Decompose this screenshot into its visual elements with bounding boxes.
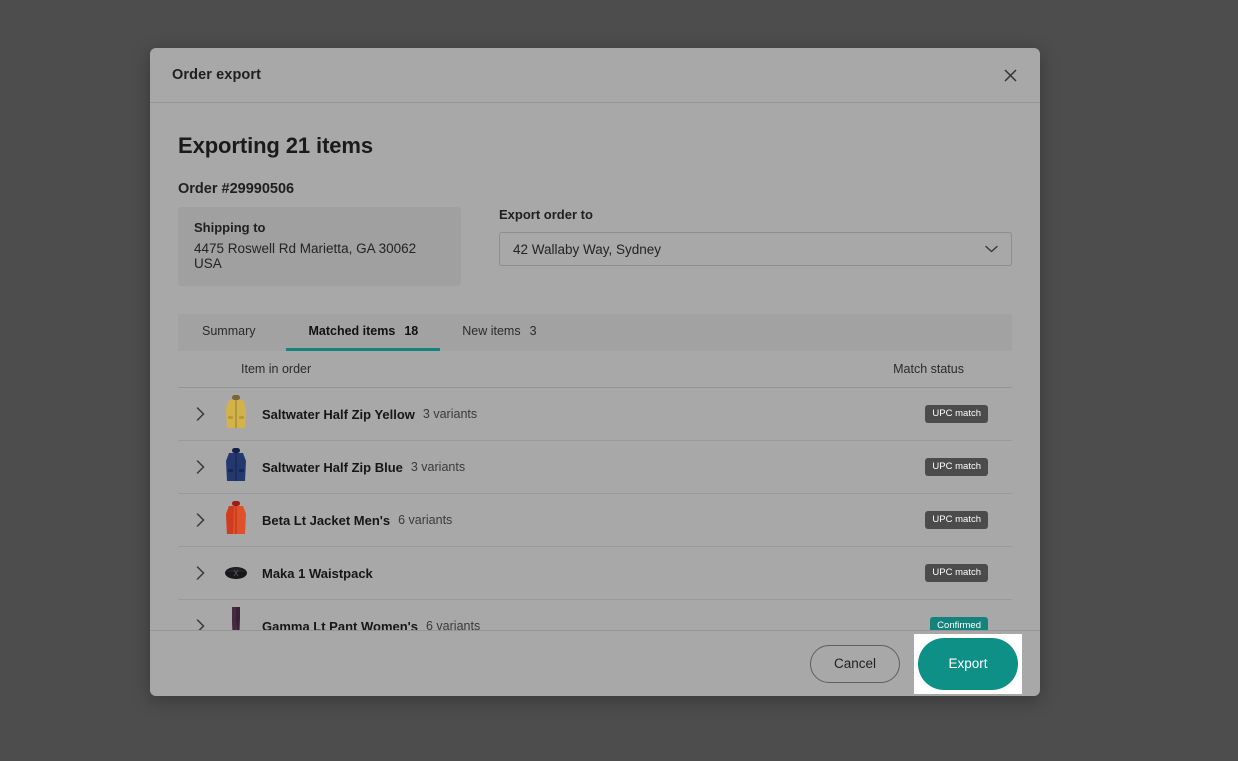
page-title: Exporting 21 items xyxy=(178,133,374,158)
shipping-to-label: Shipping to xyxy=(194,220,266,235)
chevron-right-icon[interactable] xyxy=(178,460,222,474)
chevron-right-icon[interactable] xyxy=(178,513,222,527)
item-name: Maka 1 Waistpack xyxy=(262,565,373,581)
item-variants: 3 variants xyxy=(410,460,466,474)
table-row[interactable]: Beta Lt Jacket Men's 6 variants UPC matc… xyxy=(178,494,1012,547)
item-variants: 6 variants xyxy=(398,513,453,527)
table-header: Item in order Match status xyxy=(178,351,1012,388)
status-badge: UPC match xyxy=(925,458,988,476)
export-destination-value: 42 Wallaby Way, Sydney xyxy=(513,241,662,257)
status-badge: UPC match xyxy=(925,405,988,423)
matched-items-list: Saltwater Half Zip Yellow 3 variants UPC… xyxy=(178,388,1012,630)
export-order-to-label: Export order to xyxy=(499,207,593,222)
export-button[interactable]: Export xyxy=(918,637,1018,690)
status-badge: UPC match xyxy=(925,564,988,582)
tab-new-items-label: New items xyxy=(462,324,521,338)
yellow-jacket-thumbnail xyxy=(222,394,250,434)
table-row[interactable]: Saltwater Half Zip Yellow 3 variants UPC… xyxy=(178,388,1012,441)
column-header-status: Match status xyxy=(893,362,964,376)
tab-summary[interactable]: Summary xyxy=(180,314,286,351)
shipping-address-card: Shipping to 4475 Roswell Rd Marietta, GA… xyxy=(178,207,461,286)
status-badge: Confirmed xyxy=(930,617,988,630)
item-variants: 3 variants xyxy=(422,407,478,421)
item-variants: 6 variants xyxy=(426,619,481,630)
chevron-down-icon xyxy=(985,240,998,258)
navy-jacket-thumbnail xyxy=(222,447,250,487)
chevron-right-icon[interactable] xyxy=(178,566,222,580)
chevron-right-icon[interactable] xyxy=(178,619,222,630)
red-jacket-thumbnail xyxy=(222,500,250,540)
table-row[interactable]: Gamma Lt Pant Women's 6 variants Confirm… xyxy=(178,600,1012,630)
dialog-titlebar: Order export xyxy=(150,48,1040,103)
tab-matched-items-count: 18 xyxy=(404,324,419,338)
tab-new-items[interactable]: New items 3 xyxy=(440,314,558,351)
table-row[interactable]: Maka 1 Waistpack UPC match xyxy=(178,547,1012,600)
tab-matched-items-label: Matched items xyxy=(308,324,396,338)
column-header-item: Item in order xyxy=(241,362,312,376)
tab-new-items-count: 3 xyxy=(529,324,537,338)
order-export-dialog: Order export Exporting 21 items Order #2… xyxy=(150,48,1040,696)
table-row[interactable]: Saltwater Half Zip Blue 3 variants UPC m… xyxy=(178,441,1012,494)
item-name: Saltwater Half Zip Blue xyxy=(262,459,403,475)
item-name: Saltwater Half Zip Yellow xyxy=(262,406,415,422)
tab-summary-label: Summary xyxy=(202,324,256,338)
chevron-right-icon[interactable] xyxy=(178,407,222,421)
dialog-body: Exporting 21 items Order #29990506 Shipp… xyxy=(150,103,1040,630)
export-destination-group: Export order to 42 Wallaby Way, Sydney xyxy=(499,207,1012,266)
order-number: Order #29990506 xyxy=(178,181,295,197)
close-icon[interactable] xyxy=(996,61,1024,89)
shipping-address-value: 4475 Roswell Rd Marietta, GA 30062 USA xyxy=(194,241,417,271)
export-button-focus-highlight: Export xyxy=(914,633,1022,694)
status-badge: UPC match xyxy=(925,511,988,529)
order-meta-row: Shipping to 4475 Roswell Rd Marietta, GA… xyxy=(178,207,1012,286)
tab-matched-items[interactable]: Matched items 18 xyxy=(286,314,441,351)
black-waistpack-thumbnail xyxy=(222,553,250,593)
item-tabs: Summary Matched items 18 New items 3 xyxy=(178,314,1012,351)
item-name: Gamma Lt Pant Women's xyxy=(262,618,418,631)
item-name: Beta Lt Jacket Men's xyxy=(262,512,391,528)
export-destination-select[interactable]: 42 Wallaby Way, Sydney xyxy=(499,232,1012,266)
cancel-button[interactable]: Cancel xyxy=(810,644,900,683)
dialog-title: Order export xyxy=(172,67,262,83)
purple-pants-thumbnail xyxy=(222,606,250,630)
dialog-footer: Cancel Export xyxy=(150,630,1040,696)
